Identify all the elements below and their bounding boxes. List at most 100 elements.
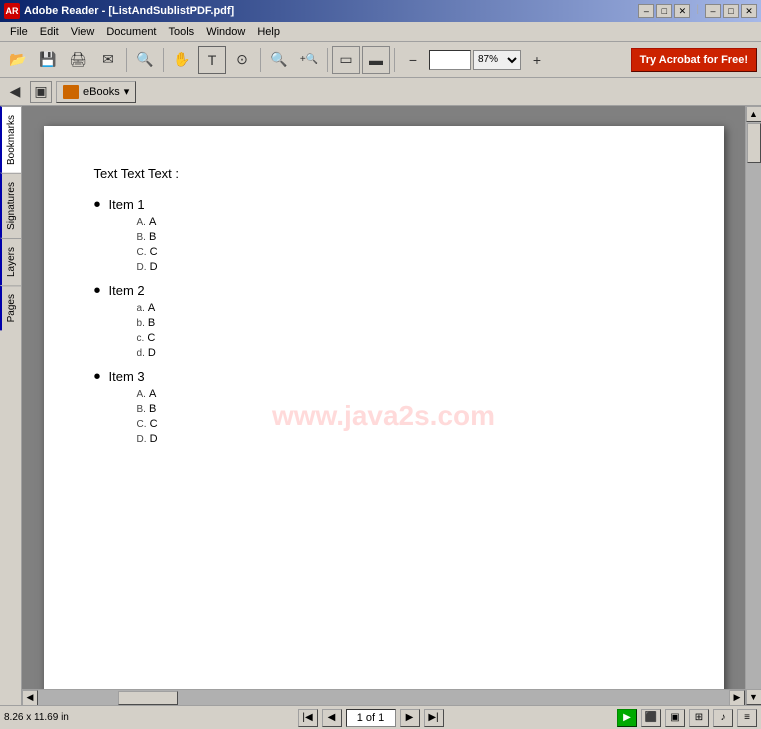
menu-help[interactable]: Help xyxy=(251,24,286,40)
view-toggle-button[interactable]: ▣ xyxy=(665,709,685,727)
stop-button[interactable]: ⬛ xyxy=(641,709,661,727)
page-input[interactable] xyxy=(346,709,396,727)
close-button[interactable]: ✕ xyxy=(674,4,690,18)
sidebar-tab-bookmarks[interactable]: Bookmarks xyxy=(0,106,21,173)
pdf-page: www.java2s.com Text Text Text : • Item 1… xyxy=(44,126,724,689)
vertical-scroll-track[interactable] xyxy=(746,122,761,689)
search-button[interactable]: 🔍 xyxy=(131,46,159,74)
zoom-out-button[interactable]: 🔍 xyxy=(265,46,293,74)
zoom-select[interactable]: 87% 50% 75% 100% 150% xyxy=(473,50,521,70)
last-page-button[interactable]: ▶| xyxy=(424,709,444,727)
menu-view[interactable]: View xyxy=(65,24,101,40)
document-scroll-area[interactable]: www.java2s.com Text Text Text : • Item 1… xyxy=(22,106,745,689)
inner-close-button[interactable]: ✕ xyxy=(741,4,757,18)
secondary-toolbar: ◀ ▣ eBooks ▾ xyxy=(0,78,761,106)
ebooks-button[interactable]: eBooks ▾ xyxy=(56,81,136,103)
main-area: Bookmarks Signatures Layers Pages www.ja… xyxy=(0,106,761,705)
list-item: • Item 2 a. A b. B c. C d. D xyxy=(94,283,674,363)
horizontal-scroll-thumb[interactable] xyxy=(118,691,178,705)
separator-2 xyxy=(163,48,164,72)
main-toolbar: 📂 💾 🖨 ✉ 🔍 ✋ T ⊙ 🔍 +🔍 ▭ ▬ − 87% 87% 50% 7… xyxy=(0,42,761,78)
inner-maximize-button[interactable]: □ xyxy=(723,4,739,18)
bullet-icon: • xyxy=(94,281,101,301)
sublist-2: a. A b. B c. C d. D xyxy=(137,302,156,359)
toolbar2-btn2[interactable]: ▣ xyxy=(30,81,52,103)
menu-window[interactable]: Window xyxy=(200,24,251,40)
fit-page-button[interactable]: ▭ xyxy=(332,46,360,74)
item-1-label: Item 1 xyxy=(109,197,145,212)
sidebar-tab-signatures[interactable]: Signatures xyxy=(0,173,21,238)
zoom-input[interactable]: 87% xyxy=(429,50,471,70)
list-item: • Item 3 A. A B. B C. C D. D xyxy=(94,369,674,449)
list-item: b. B xyxy=(137,317,156,329)
bullet-icon: • xyxy=(94,195,101,215)
vertical-scrollbar[interactable]: ▲ ▼ xyxy=(745,106,761,705)
menu-bar: File Edit View Document Tools Window Hel… xyxy=(0,22,761,42)
first-page-button[interactable]: |◀ xyxy=(298,709,318,727)
hand-button[interactable]: ✋ xyxy=(168,46,196,74)
list-item: B. B xyxy=(137,403,158,415)
item-3-label: Item 3 xyxy=(109,369,145,384)
list-item: B. B xyxy=(137,231,158,243)
item-content: Item 3 A. A B. B C. C D. D xyxy=(109,369,158,449)
list-item: A. A xyxy=(137,388,158,400)
sidebar-tab-pages[interactable]: Pages xyxy=(0,285,21,330)
text-button[interactable]: T xyxy=(198,46,226,74)
window-title: Adobe Reader - [ListAndSublistPDF.pdf] xyxy=(24,5,234,17)
list-item: C. C xyxy=(137,418,158,430)
list-item: D. D xyxy=(137,433,158,445)
scroll-down-button[interactable]: ▼ xyxy=(746,689,761,705)
inner-minimize-button[interactable]: – xyxy=(705,4,721,18)
scroll-up-button[interactable]: ▲ xyxy=(746,106,761,122)
sublist-3: A. A B. B C. C D. D xyxy=(137,388,158,445)
save-button[interactable]: 💾 xyxy=(34,46,62,74)
list-item: C. C xyxy=(137,246,158,258)
item-content: Item 2 a. A b. B c. C d. D xyxy=(109,283,156,363)
document-area: www.java2s.com Text Text Text : • Item 1… xyxy=(22,106,745,705)
ebooks-chevron: ▾ xyxy=(124,85,130,98)
toolbar2-btn1[interactable]: ◀ xyxy=(4,81,26,103)
minimize-button[interactable]: – xyxy=(638,4,654,18)
bullet-icon: • xyxy=(94,367,101,387)
horizontal-scrollbar[interactable]: ◀ ▶ xyxy=(22,689,745,705)
menu-tools[interactable]: Tools xyxy=(163,24,201,40)
menu-document[interactable]: Document xyxy=(100,24,162,40)
sidebar: Bookmarks Signatures Layers Pages xyxy=(0,106,22,705)
open-button[interactable]: 📂 xyxy=(4,46,32,74)
sidebar-tab-layers[interactable]: Layers xyxy=(0,238,21,285)
zoom-in-button[interactable]: +🔍 xyxy=(295,46,323,74)
page-navigation: |◀ ◀ ▶ ▶| xyxy=(128,709,613,727)
sublist-1: A. A B. B C. C D. D xyxy=(137,216,158,273)
page-dimensions: 8.26 x 11.69 in xyxy=(4,712,124,723)
audio-button[interactable]: ♪ xyxy=(713,709,733,727)
vertical-scroll-thumb[interactable] xyxy=(747,123,761,163)
title-bar-left: AR Adobe Reader - [ListAndSublistPDF.pdf… xyxy=(4,3,234,19)
fit-button[interactable]: ⊞ xyxy=(689,709,709,727)
menu-edit[interactable]: Edit xyxy=(34,24,65,40)
pdf-intro: Text Text Text : xyxy=(94,166,674,181)
list-item: a. A xyxy=(137,302,156,314)
try-acrobat-button[interactable]: Try Acrobat for Free! xyxy=(631,48,757,72)
zoom-plus-button[interactable]: + xyxy=(523,46,551,74)
item-2-label: Item 2 xyxy=(109,283,145,298)
status-right-controls: ▶ ⬛ ▣ ⊞ ♪ ≡ xyxy=(617,709,757,727)
scroll-right-button[interactable]: ▶ xyxy=(729,690,745,706)
item-content: Item 1 A. A B. B C. C D. D xyxy=(109,197,158,277)
separator-3 xyxy=(260,48,261,72)
more-button[interactable]: ≡ xyxy=(737,709,757,727)
scroll-left-button[interactable]: ◀ xyxy=(22,690,38,706)
list-item: • Item 1 A. A B. B C. C D. D xyxy=(94,197,674,277)
prev-page-button[interactable]: ◀ xyxy=(322,709,342,727)
maximize-button[interactable]: □ xyxy=(656,4,672,18)
print-button[interactable]: 🖨 xyxy=(64,46,92,74)
horizontal-scroll-track[interactable] xyxy=(38,690,729,705)
snapshot-button[interactable]: ⊙ xyxy=(228,46,256,74)
email-button[interactable]: ✉ xyxy=(94,46,122,74)
fit-width-button[interactable]: ▬ xyxy=(362,46,390,74)
next-page-button[interactable]: ▶ xyxy=(400,709,420,727)
list-item: c. C xyxy=(137,332,156,344)
play-button[interactable]: ▶ xyxy=(617,709,637,727)
menu-file[interactable]: File xyxy=(4,24,34,40)
status-bar: 8.26 x 11.69 in |◀ ◀ ▶ ▶| ▶ ⬛ ▣ ⊞ ♪ ≡ xyxy=(0,705,761,729)
zoom-minus-button[interactable]: − xyxy=(399,46,427,74)
